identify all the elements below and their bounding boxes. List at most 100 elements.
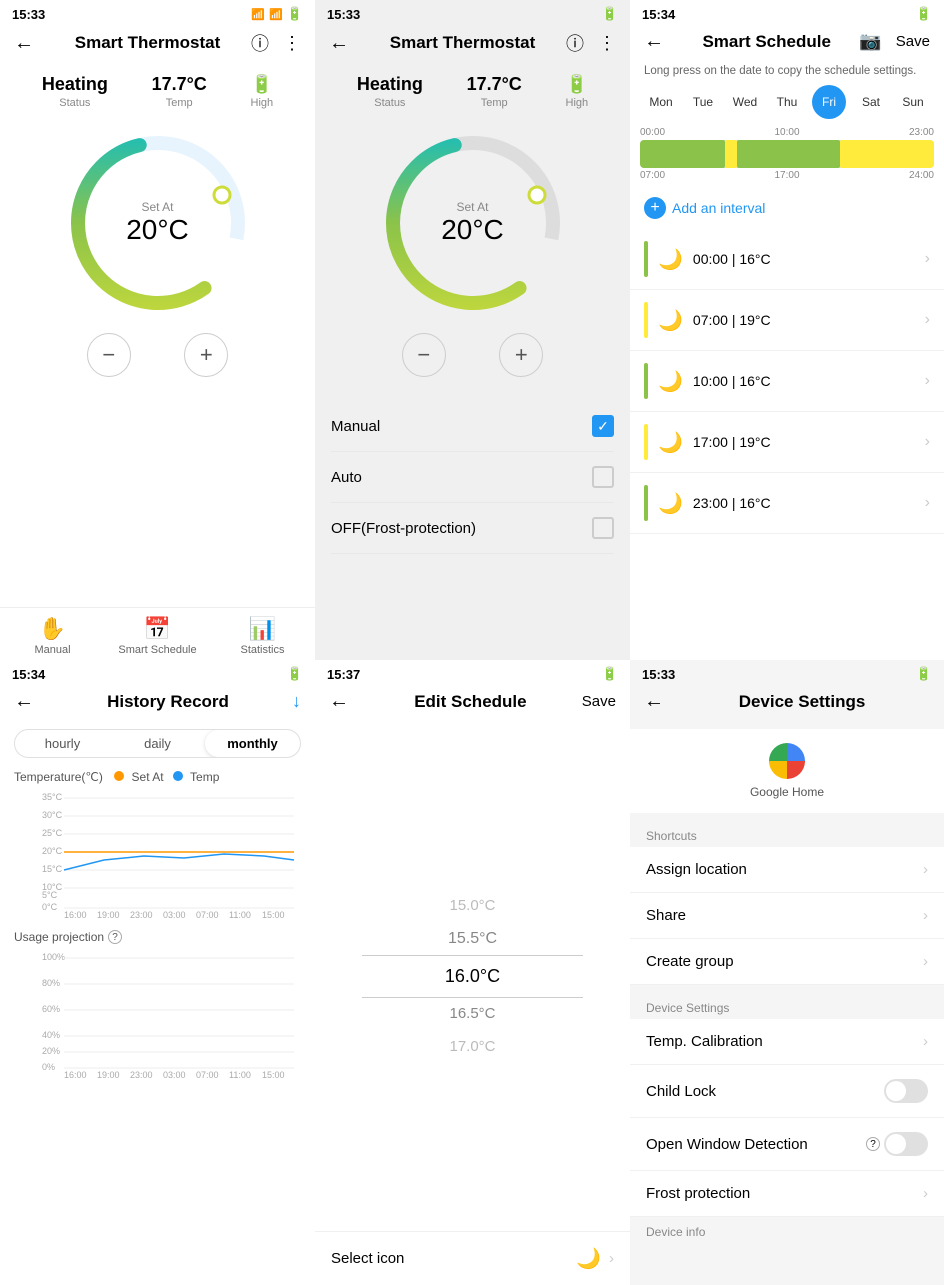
add-interval-label: Add an interval — [672, 200, 765, 216]
tab-monthly[interactable]: monthly — [205, 730, 300, 757]
checkbox-manual[interactable]: ✓ — [592, 415, 614, 437]
child-lock-item[interactable]: Child Lock — [630, 1065, 944, 1118]
more-icon-2[interactable]: ⋮ — [598, 33, 616, 54]
timeline-bar[interactable] — [640, 140, 934, 168]
time-5: 15:37 — [327, 667, 360, 682]
shortcuts-label: Shortcuts — [630, 821, 944, 847]
svg-text:16:00: 16:00 — [64, 910, 87, 918]
select-icon-row[interactable]: Select icon 🌙 › — [315, 1231, 630, 1285]
nav-actions-4: ↓ — [292, 691, 301, 712]
download-icon-4[interactable]: ↓ — [292, 691, 301, 712]
temp-opt-4[interactable]: 17.0°C — [449, 1030, 495, 1063]
svg-text:11:00: 11:00 — [229, 910, 251, 918]
svg-text:19:00: 19:00 — [97, 1070, 120, 1078]
nav-manual-1[interactable]: ✋ Manual — [0, 616, 105, 656]
control-buttons-1: − + — [0, 329, 315, 393]
mode-auto[interactable]: Auto — [331, 452, 614, 503]
open-window-toggle[interactable] — [884, 1132, 928, 1156]
temp-picker[interactable]: 15.0°C 15.5°C 16.0°C 16.5°C 17.0°C — [315, 721, 630, 1231]
day-fri[interactable]: Fri — [812, 85, 846, 119]
temp-opt-1[interactable]: 15.5°C — [448, 922, 497, 956]
legend-temp: Temp — [173, 770, 219, 784]
child-lock-toggle[interactable] — [884, 1079, 928, 1103]
increase-button-2[interactable]: + — [499, 333, 543, 377]
info-icon-2[interactable]: ⓘ — [566, 30, 584, 56]
temp-opt-0[interactable]: 15.0°C — [449, 889, 495, 922]
status-icons-5: 🔋 — [602, 666, 618, 682]
interval-4[interactable]: 🌙 23:00 | 16°C › — [630, 473, 944, 534]
more-icon-1[interactable]: ⋮ — [283, 33, 301, 54]
day-tue[interactable]: Tue — [686, 85, 720, 119]
page-title-6: Device Settings — [674, 692, 930, 712]
temp-opt-2[interactable]: 16.0°C — [315, 956, 630, 997]
usage-section: Usage projection ? 100% 80% 60% 40% 20% … — [0, 922, 315, 1082]
back-button-1[interactable]: ← — [14, 32, 34, 55]
seg-2 — [737, 140, 840, 168]
checkbox-auto[interactable] — [592, 466, 614, 488]
save-button-5[interactable]: Save — [582, 693, 616, 710]
day-wed[interactable]: Wed — [728, 85, 762, 119]
nav-stats-1[interactable]: 📊 Statistics — [210, 616, 315, 656]
svg-text:15°C: 15°C — [42, 864, 63, 874]
interval-list: 🌙 00:00 | 16°C › 🌙 07:00 | 19°C › 🌙 10:0… — [630, 229, 944, 660]
google-home-section[interactable]: Google Home — [630, 729, 944, 813]
increase-button-1[interactable]: + — [184, 333, 228, 377]
temp-item-2: 17.7°C Temp — [467, 74, 522, 109]
nav-schedule-1[interactable]: 📅 Smart Schedule — [105, 616, 210, 656]
thermo-info-2: Heating Status 17.7°C Temp 🔋 High — [315, 64, 630, 113]
status-icons-2: 🔋 — [602, 6, 618, 22]
panel-history: 15:34 🔋 ← History Record ↓ hourly daily … — [0, 660, 315, 1285]
page-title-3: Smart Schedule — [674, 32, 859, 52]
back-button-4[interactable]: ← — [14, 690, 34, 713]
decrease-button-1[interactable]: − — [87, 333, 131, 377]
info-icon-1[interactable]: ⓘ — [251, 30, 269, 56]
tab-daily[interactable]: daily — [110, 730, 205, 757]
dial-2[interactable]: Set At 20°C — [373, 123, 573, 323]
timeline: 00:00 10:00 23:00 07:00 17:00 24:00 — [630, 127, 944, 187]
checkbox-frost[interactable] — [592, 517, 614, 539]
decrease-button-2[interactable]: − — [402, 333, 446, 377]
battery-item: 🔋 High — [251, 74, 274, 109]
share-item[interactable]: Share › — [630, 893, 944, 939]
battery-icon-5: 🔋 — [602, 666, 618, 682]
share-chevron: › — [923, 907, 928, 924]
share-icon-3[interactable]: 📷 — [859, 31, 881, 52]
svg-text:30°C: 30°C — [42, 810, 63, 820]
tl-bot-0: 07:00 — [640, 170, 665, 181]
frost-protection-item[interactable]: Frost protection › — [630, 1171, 944, 1217]
temp-calibration-item[interactable]: Temp. Calibration › — [630, 1019, 944, 1065]
create-group-item[interactable]: Create group › — [630, 939, 944, 985]
tab-hourly[interactable]: hourly — [15, 730, 110, 757]
add-interval-btn[interactable]: + Add an interval — [630, 187, 944, 229]
svg-text:07:00: 07:00 — [196, 910, 219, 918]
svg-text:40%: 40% — [42, 1030, 60, 1040]
mode-frost[interactable]: OFF(Frost-protection) — [331, 503, 614, 554]
back-button-6[interactable]: ← — [644, 690, 664, 713]
chart-title: Temperature(℃) Set At Temp — [14, 770, 301, 784]
day-thu[interactable]: Thu — [770, 85, 804, 119]
svg-text:03:00: 03:00 — [163, 1070, 186, 1078]
day-sun[interactable]: Sun — [896, 85, 930, 119]
nav-bar-4: ← History Record ↓ — [0, 686, 315, 721]
status-value-1: Heating — [42, 74, 108, 95]
status-icons-1: 📶 📶 🔋 — [251, 6, 303, 22]
back-button-2[interactable]: ← — [329, 32, 349, 55]
chart-title-text: Temperature(℃) — [14, 770, 103, 784]
temp-opt-3[interactable]: 16.5°C — [449, 997, 495, 1030]
legend-setat-dot — [114, 771, 124, 781]
assign-location-item[interactable]: Assign location › — [630, 847, 944, 893]
interval-2[interactable]: 🌙 10:00 | 16°C › — [630, 351, 944, 412]
svg-text:60%: 60% — [42, 1004, 60, 1014]
mode-manual[interactable]: Manual ✓ — [331, 401, 614, 452]
back-button-5[interactable]: ← — [329, 690, 349, 713]
day-mon[interactable]: Mon — [644, 85, 678, 119]
panel-edit-schedule: 15:37 🔋 ← Edit Schedule Save 15.0°C 15.5… — [315, 660, 630, 1285]
open-window-item[interactable]: Open Window Detection ? — [630, 1118, 944, 1171]
dial-1[interactable]: Set At 20°C — [58, 123, 258, 323]
back-button-3[interactable]: ← — [644, 30, 664, 53]
save-button-3[interactable]: Save — [896, 33, 930, 50]
interval-0[interactable]: 🌙 00:00 | 16°C › — [630, 229, 944, 290]
interval-1[interactable]: 🌙 07:00 | 19°C › — [630, 290, 944, 351]
day-sat[interactable]: Sat — [854, 85, 888, 119]
interval-3[interactable]: 🌙 17:00 | 19°C › — [630, 412, 944, 473]
